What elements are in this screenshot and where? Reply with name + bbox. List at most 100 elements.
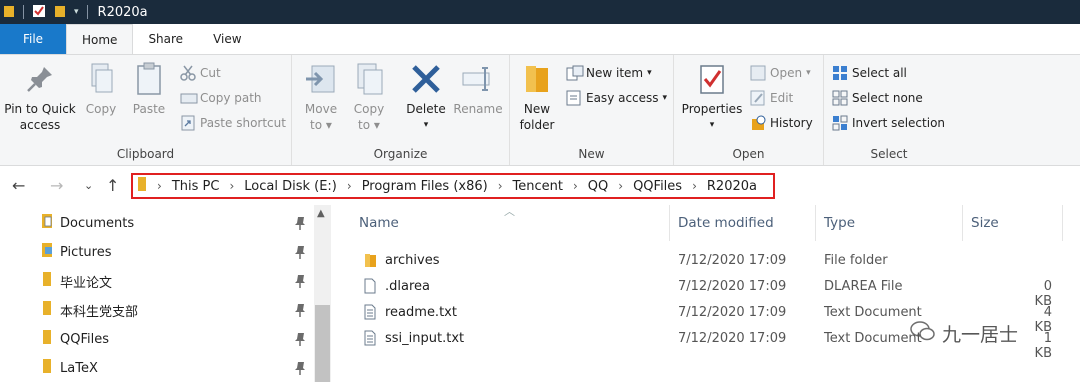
paste-button[interactable]: Paste: [126, 61, 172, 117]
file-date: 7/12/2020 17:09: [678, 331, 787, 346]
copy-to-button[interactable]: Copy to ▾: [348, 61, 390, 133]
customize-toolbar-icon[interactable]: ▾: [74, 7, 79, 17]
new-item-button[interactable]: New item ▾: [566, 63, 652, 83]
edit-button[interactable]: Edit: [750, 88, 793, 108]
chevron-right-icon[interactable]: ›: [498, 179, 503, 193]
delete-dropdown-icon[interactable]: ▾: [424, 117, 429, 133]
window-title: R2020a: [97, 4, 148, 20]
folder-icon: [519, 61, 555, 97]
tab-view[interactable]: View: [198, 24, 256, 54]
scroll-up-icon[interactable]: ▲: [317, 208, 325, 219]
chevron-right-icon[interactable]: ›: [692, 179, 697, 193]
address-bar[interactable]: › This PC › Local Disk (E:) › Program Fi…: [131, 173, 775, 199]
tab-share[interactable]: Share: [133, 24, 198, 54]
pictures-icon: [40, 242, 54, 262]
paste-shortcut-button[interactable]: Paste shortcut: [180, 113, 286, 133]
open-icon: [750, 65, 766, 81]
nav-item-party-branch[interactable]: 本科生党支部: [40, 297, 310, 323]
move-to-icon: [303, 61, 339, 97]
scissors-icon: [180, 65, 196, 81]
paste-label: Paste: [132, 102, 166, 116]
column-header-date-modified[interactable]: Date modified: [670, 205, 816, 241]
chevron-right-icon[interactable]: ›: [347, 179, 352, 193]
breadcrumb-program-files[interactable]: Program Files (x86): [362, 179, 488, 194]
pin-icon[interactable]: [294, 303, 306, 321]
open-button[interactable]: Open ▾: [750, 63, 811, 83]
nav-item-thesis[interactable]: 毕业论文: [40, 268, 310, 294]
cut-button[interactable]: Cut: [180, 63, 221, 83]
copy-path-icon: [180, 90, 198, 106]
back-arrow-icon[interactable]: ←: [12, 176, 25, 195]
pin-icon[interactable]: [294, 332, 306, 350]
file-list: ︿ Name Date modified Type Size archives …: [334, 205, 1080, 382]
file-date: 7/12/2020 17:09: [678, 279, 787, 294]
history-button[interactable]: History: [750, 113, 813, 133]
nav-scrollbar[interactable]: ▲: [314, 205, 331, 382]
select-none-button[interactable]: Select none: [832, 88, 923, 108]
move-to-label-2: to ▾: [310, 118, 332, 132]
breadcrumb-qqfiles[interactable]: QQFiles: [633, 179, 682, 194]
title-bar: ▾ R2020a: [0, 0, 1080, 24]
tab-home[interactable]: Home: [66, 24, 134, 54]
properties-dropdown-icon[interactable]: ▾: [710, 117, 715, 133]
new-item-label: New item: [586, 66, 644, 80]
chevron-right-icon[interactable]: ›: [618, 179, 623, 193]
nav-item-latex[interactable]: LaTeX: [40, 355, 310, 381]
rename-button[interactable]: Rename: [452, 61, 504, 117]
select-all-label: Select all: [852, 66, 907, 80]
group-label-open: Open: [732, 147, 765, 161]
tab-file[interactable]: File: [0, 24, 66, 54]
copy-button[interactable]: Copy: [80, 61, 122, 117]
up-arrow-icon[interactable]: ↑: [106, 176, 119, 195]
pin-icon[interactable]: [294, 361, 306, 379]
file-name: .dlarea: [385, 279, 430, 294]
move-to-button[interactable]: Move to ▾: [300, 61, 342, 133]
folder-icon: [40, 358, 54, 378]
table-row[interactable]: archives 7/12/2020 17:09 File folder: [334, 248, 1080, 274]
nav-item-label: QQFiles: [60, 331, 109, 347]
history-label: History: [770, 116, 813, 130]
nav-item-pictures[interactable]: Pictures: [40, 239, 310, 265]
chevron-right-icon[interactable]: ›: [229, 179, 234, 193]
scrollbar-thumb[interactable]: [315, 305, 330, 382]
properties-check-icon[interactable]: [32, 4, 46, 21]
forward-arrow-icon[interactable]: →: [50, 176, 63, 195]
nav-item-label: LaTeX: [60, 360, 98, 376]
easy-access-button[interactable]: Easy access ▾: [566, 88, 667, 108]
breadcrumb-r2020a[interactable]: R2020a: [707, 179, 757, 194]
paste-shortcut-icon: [180, 115, 196, 131]
new-folder-icon[interactable]: [54, 4, 66, 21]
copy-label: Copy: [85, 102, 117, 116]
breadcrumb-qq[interactable]: QQ: [588, 179, 608, 194]
breadcrumb-local-disk[interactable]: Local Disk (E:): [244, 179, 337, 194]
table-row[interactable]: .dlarea 7/12/2020 17:09 DLAREA File 0 KB: [334, 274, 1080, 309]
pin-icon[interactable]: [294, 274, 306, 292]
delete-button[interactable]: Delete ▾: [402, 61, 450, 133]
pin-icon[interactable]: [294, 216, 306, 234]
nav-item-documents[interactable]: Documents: [40, 210, 310, 236]
invert-selection-icon: [832, 115, 848, 131]
select-all-button[interactable]: Select all: [832, 63, 907, 83]
file-type: File folder: [824, 253, 888, 268]
column-header-size[interactable]: Size: [963, 205, 1063, 241]
column-header-name[interactable]: Name: [351, 205, 670, 241]
pin-icon[interactable]: [294, 245, 306, 263]
column-header-type[interactable]: Type: [816, 205, 963, 241]
pin-to-quick-access-button[interactable]: Pin to Quick access: [4, 61, 76, 133]
nav-item-qqfiles[interactable]: QQFiles: [40, 326, 310, 352]
breadcrumb-tencent[interactable]: Tencent: [513, 179, 563, 194]
folder-icon: [40, 329, 54, 349]
chevron-right-icon[interactable]: ›: [157, 179, 162, 193]
watermark: 九一居士: [910, 320, 1018, 347]
recent-locations-chevron-icon[interactable]: ⌄: [84, 179, 93, 192]
chevron-down-icon: ▾: [647, 68, 652, 78]
copy-path-button[interactable]: Copy path: [180, 88, 262, 108]
invert-selection-button[interactable]: Invert selection: [832, 113, 945, 133]
properties-button[interactable]: Properties ▾: [680, 61, 744, 133]
chevron-right-icon[interactable]: ›: [573, 179, 578, 193]
select-all-icon: [832, 65, 848, 81]
new-folder-button[interactable]: New folder: [516, 61, 558, 133]
clipboard-icon: [131, 61, 167, 97]
breadcrumb-this-pc[interactable]: This PC: [172, 179, 220, 194]
folder-icon: [40, 300, 54, 320]
